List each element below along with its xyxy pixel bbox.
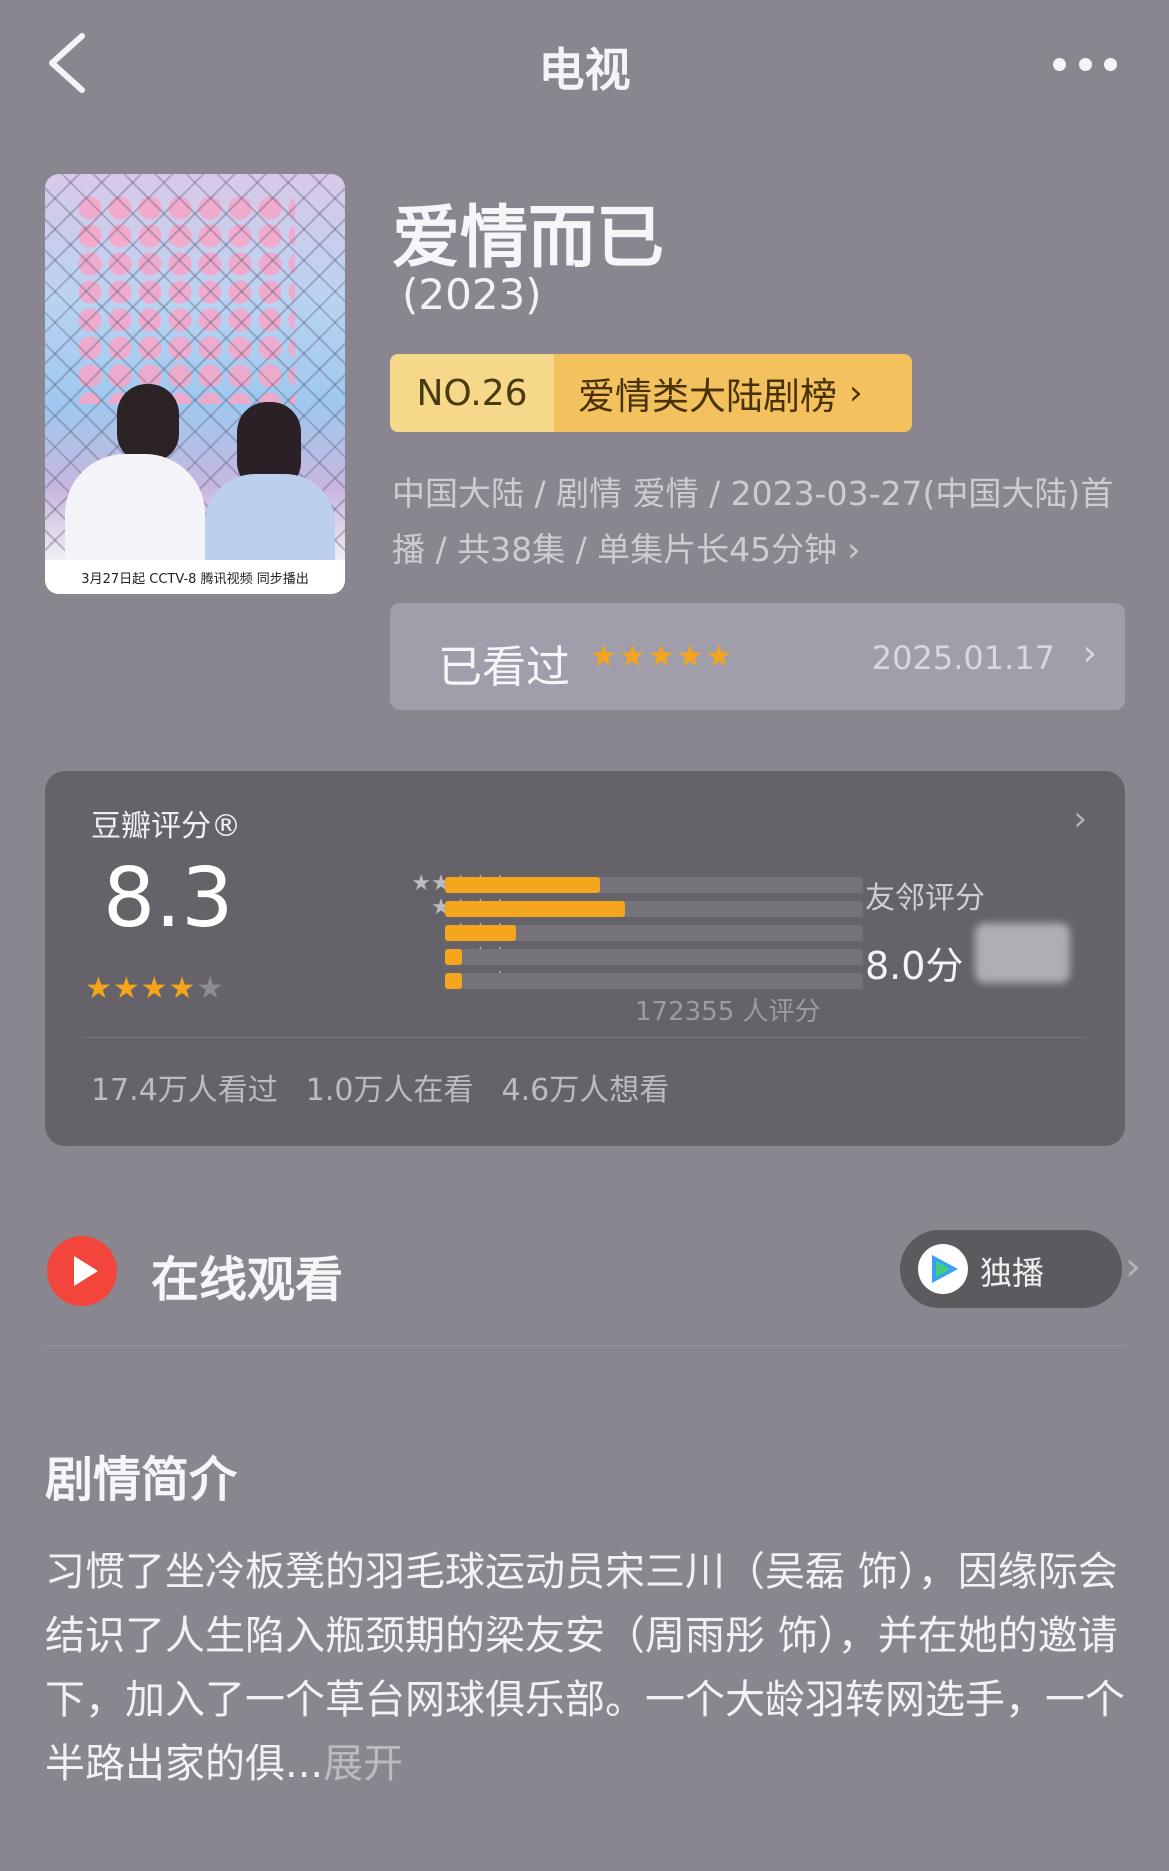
more-dots-icon <box>1104 57 1117 71</box>
audience-counts: 17.4万人看过 1.0万人在看 4.6万人想看 <box>91 1065 669 1109</box>
rating-score: 8.3 <box>103 851 234 946</box>
douban-rating-card[interactable]: 豆瓣评分® › 8.3 ★★★★★ ★★★★★★★★★★★★★★★ 172355… <box>45 771 1125 1146</box>
chevron-right-icon: › <box>1125 1244 1141 1290</box>
watched-label: 已看过 <box>438 642 570 693</box>
distribution-bar <box>445 901 625 917</box>
friend-rating-label: 友邻评分 <box>865 881 985 916</box>
rating-count: 172355 人评分 <box>635 997 821 1027</box>
distribution-bar <box>445 949 462 965</box>
friend-rating-value: 8.0分 <box>865 944 964 988</box>
divider <box>45 1345 1125 1346</box>
distribution-row: ★★ <box>275 943 875 969</box>
distribution-track <box>445 973 863 989</box>
distribution-bar <box>445 973 462 989</box>
tencent-video-icon <box>918 1244 968 1294</box>
distribution-track <box>445 949 863 965</box>
rating-header: 豆瓣评分® <box>91 809 241 844</box>
distribution-row: ★★★ <box>275 919 875 945</box>
poster-caption: 3月27日起 CCTV-8 腾讯视频 同步播出 <box>45 560 345 594</box>
chevron-right-icon: › <box>1082 633 1097 674</box>
show-meta[interactable]: 中国大陆 / 剧情 爱情 / 2023-03-27(中国大陆)首播 / 共38集… <box>392 466 1132 578</box>
watching-count: 1.0万人在看 <box>305 1073 474 1108</box>
distribution-track <box>445 877 863 893</box>
play-icon <box>47 1236 117 1306</box>
synopsis-text: 习惯了坐冷板凳的羽毛球运动员宋三川（吴磊 饰），因缘际会结识了人生陷入瓶颈期的梁… <box>45 1549 1125 1787</box>
synopsis-body: 习惯了坐冷板凳的羽毛球运动员宋三川（吴磊 饰），因缘际会结识了人生陷入瓶颈期的梁… <box>45 1540 1125 1796</box>
distribution-row: ★★★★★ <box>275 871 875 897</box>
rating-stars-filled: ★★★★ <box>85 971 197 1006</box>
watched-count: 17.4万人看过 <box>91 1073 278 1108</box>
distribution-track <box>445 925 863 941</box>
online-watch-row[interactable]: 在线观看 独播 › <box>45 1230 1141 1330</box>
show-meta-text: 中国大陆 / 剧情 爱情 / 2023-03-27(中国大陆)首播 / 共38集… <box>392 474 1114 569</box>
synopsis-title: 剧情简介 <box>45 1452 238 1508</box>
rating-distribution: ★★★★★★★★★★★★★★★ <box>275 871 875 993</box>
rating-stars: ★★★★★ <box>85 971 224 1006</box>
more-button[interactable] <box>1053 54 1117 74</box>
watched-status[interactable]: 已看过 ★★★★★ 2025.01.17 › <box>390 603 1125 710</box>
rank-badge[interactable]: NO.26 爱情类大陆剧榜 › <box>390 354 912 432</box>
rank-number: NO.26 <box>390 354 554 432</box>
more-dots-icon <box>1053 57 1066 71</box>
show-title: 爱情而已 <box>392 199 665 278</box>
distribution-row: ★ <box>275 967 875 993</box>
poster-image[interactable]: 爱情而已 3月27日起 CCTV-8 腾讯视频 同步播出 <box>45 174 345 594</box>
rank-list-label: 爱情类大陆剧榜 <box>578 375 837 418</box>
online-watch-label: 在线观看 <box>151 1252 344 1308</box>
friend-avatars <box>975 923 1070 983</box>
watched-date: 2025.01.17 <box>871 639 1055 677</box>
divider <box>85 1037 1085 1038</box>
distribution-row: ★★★★ <box>275 895 875 921</box>
expand-link[interactable]: 展开 <box>323 1741 403 1787</box>
chevron-right-icon[interactable]: › <box>1073 799 1087 839</box>
exclusive-platform-button[interactable]: 独播 <box>900 1230 1122 1308</box>
chevron-right-icon: › <box>849 373 863 413</box>
rating-stars-empty: ★ <box>196 971 225 1006</box>
distribution-bar <box>445 877 600 893</box>
more-dots-icon <box>1078 57 1092 71</box>
distribution-track <box>445 901 863 917</box>
poster-figure <box>117 384 179 462</box>
want-count: 4.6万人想看 <box>501 1073 670 1108</box>
rank-list-link: 爱情类大陆剧榜 › <box>554 354 912 432</box>
show-year: (2023) <box>402 270 542 319</box>
friend-rating[interactable]: 友邻评分 8.0分 <box>865 873 1070 990</box>
chevron-right-icon: › <box>847 530 861 569</box>
top-bar: 电视 <box>0 0 1169 130</box>
distribution-bar <box>445 925 517 941</box>
my-rating-stars: ★★★★★ <box>590 639 735 674</box>
page-title: 电视 <box>538 43 631 97</box>
exclusive-label: 独播 <box>980 1254 1045 1292</box>
